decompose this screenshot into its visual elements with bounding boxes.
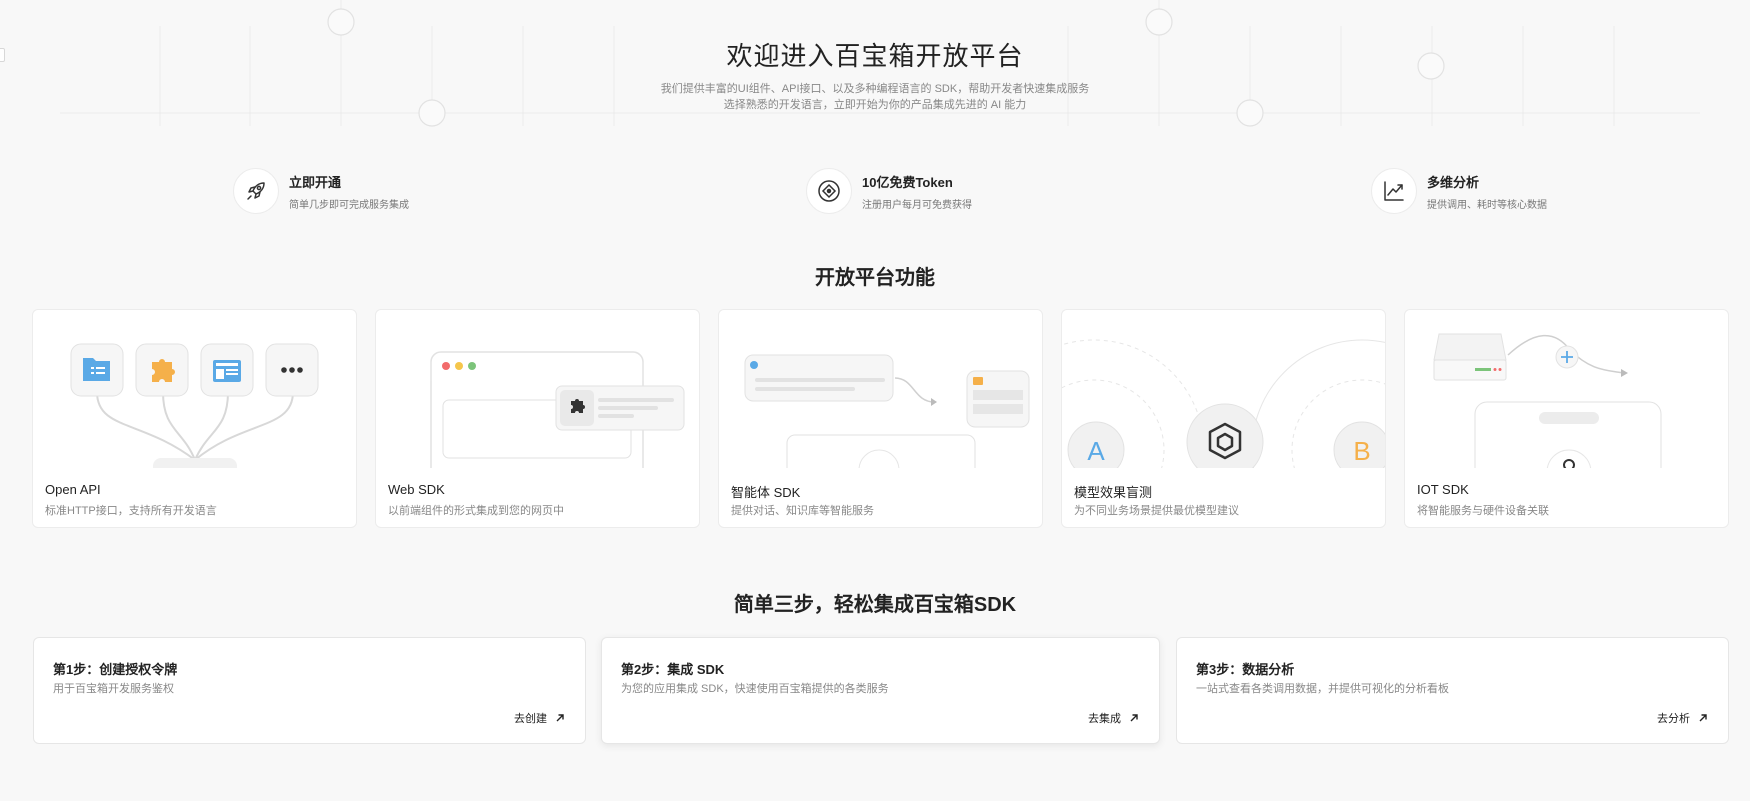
feature-title: 立即开通 xyxy=(289,174,342,190)
rocket-icon xyxy=(233,168,279,214)
web-sdk-illustration xyxy=(430,351,685,468)
arrow-up-right-icon xyxy=(1699,714,1707,722)
hero-title: 欢迎进入百宝箱开放平台 xyxy=(726,41,1024,71)
card-agent-sdk[interactable]: 智能体 SDK 提供对话、知识库等智能服务 xyxy=(718,309,1043,528)
step-desc: 用于百宝箱开发服务鉴权 xyxy=(53,683,174,695)
card-title: Web SDK xyxy=(388,482,445,497)
card-open-api[interactable]: Open API 标准HTTP接口，支持所有开发语言 xyxy=(32,309,357,528)
iot-sdk-illustration xyxy=(1433,333,1662,468)
agent-sdk-illustration xyxy=(744,354,1030,468)
hero-banner: 欢迎进入百宝箱开放平台 我们提供丰富的UI组件、API接口、以及多种编程语言的 … xyxy=(0,0,1750,130)
arrow-up-right-icon xyxy=(556,714,564,722)
hero-subtitle-line1: 我们提供丰富的UI组件、API接口、以及多种编程语言的 SDK，帮助开发者快速集… xyxy=(660,83,1090,95)
token-icon xyxy=(806,168,852,214)
step-title: 第1步：创建授权令牌 xyxy=(53,662,178,677)
card-desc: 以前端组件的形式集成到您的网页中 xyxy=(388,505,564,517)
hero-subtitle-line2: 选择熟悉的开发语言，立即开始为你的产品集成先进的 AI 能力 xyxy=(723,99,1027,111)
card-title: 智能体 SDK xyxy=(731,485,801,500)
model-b-label: B xyxy=(1353,436,1370,466)
card-desc: 提供对话、知识库等智能服务 xyxy=(731,505,874,517)
functions-section-title: 开放平台功能 xyxy=(815,267,935,289)
card-title: IOT SDK xyxy=(1417,482,1469,497)
card-title: Open API xyxy=(45,482,101,497)
steps-section-title: 简单三步，轻松集成百宝箱SDK xyxy=(733,594,1017,616)
step-action-label: 去创建 xyxy=(514,713,547,725)
chart-icon xyxy=(1371,168,1417,214)
card-desc: 为不同业务场景提供最优模型建议 xyxy=(1074,505,1239,517)
feature-desc: 提供调用、耗时等核心数据 xyxy=(1427,199,1547,211)
card-title: 模型效果盲测 xyxy=(1074,485,1153,500)
folder-icon xyxy=(83,358,110,381)
step-desc: 一站式查看各类调用数据，并提供可视化的分析看板 xyxy=(1196,683,1449,695)
step-title: 第2步：集成 SDK xyxy=(621,662,725,677)
go-integrate-link[interactable]: 去集成 xyxy=(1088,710,1139,726)
feature-title: 多维分析 xyxy=(1427,174,1480,190)
arrow-up-right-icon xyxy=(1130,714,1138,722)
go-create-link[interactable]: 去创建 xyxy=(514,710,565,726)
step-card-data-analysis[interactable]: 第3步：数据分析 一站式查看各类调用数据，并提供可视化的分析看板 去分析 xyxy=(1176,637,1729,744)
card-desc: 标准HTTP接口，支持所有开发语言 xyxy=(45,505,217,517)
feature-title: 10亿免费Token xyxy=(862,174,953,190)
model-a-label: A xyxy=(1087,436,1105,466)
feature-analytics: 多维分析 提供调用、耗时等核心数据 xyxy=(1371,168,1547,214)
card-iot-sdk[interactable]: IOT SDK 将智能服务与硬件设备关联 xyxy=(1404,309,1729,528)
open-api-illustration xyxy=(70,343,319,468)
feature-desc: 简单几步即可完成服务集成 xyxy=(289,199,409,211)
step-action-label: 去分析 xyxy=(1657,713,1690,725)
step-title: 第3步：数据分析 xyxy=(1196,662,1295,677)
card-model-blind-test[interactable]: A B 模型效果盲测 为不同业务场景提供最优模型建议 xyxy=(1061,309,1386,528)
step-desc: 为您的应用集成 SDK，快速使用百宝箱提供的各类服务 xyxy=(621,683,889,695)
step-action-label: 去集成 xyxy=(1088,713,1121,725)
feature-desc: 注册用户每月可免费获得 xyxy=(862,199,972,211)
step-card-create-token[interactable]: 第1步：创建授权令牌 用于百宝箱开发服务鉴权 去创建 xyxy=(33,637,586,744)
feature-free-token: 10亿免费Token 注册用户每月可免费获得 xyxy=(806,168,972,214)
go-analyze-link[interactable]: 去分析 xyxy=(1657,710,1708,726)
model-blind-test-illustration: A B xyxy=(1062,339,1385,468)
card-web-sdk[interactable]: Web SDK 以前端组件的形式集成到您的网页中 xyxy=(375,309,700,528)
step-card-integrate-sdk[interactable]: 第2步：集成 SDK 为您的应用集成 SDK，快速使用百宝箱提供的各类服务 去集… xyxy=(601,637,1160,744)
feature-instant-activation: 立即开通 简单几步即可完成服务集成 xyxy=(233,168,409,214)
card-desc: 将智能服务与硬件设备关联 xyxy=(1417,505,1549,517)
